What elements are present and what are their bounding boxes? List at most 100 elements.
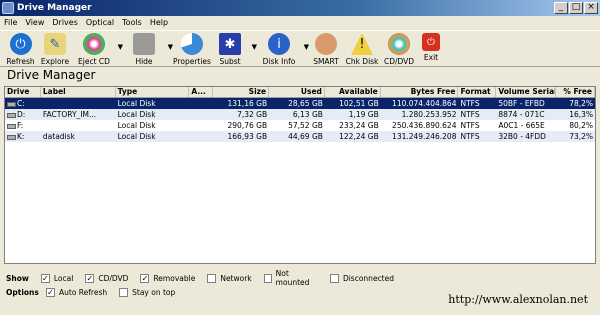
col-a[interactable]: A...: [189, 87, 214, 97]
hide-label: Hide: [135, 57, 153, 66]
drive-cell: F:: [5, 120, 41, 131]
menu-drives[interactable]: Drives: [52, 18, 78, 27]
app-icon: [2, 2, 14, 14]
refresh-button[interactable]: ⏻ Refresh: [4, 31, 37, 67]
col-pct-free[interactable]: % Free: [556, 87, 595, 97]
pct-free-cell: 78,2%: [569, 99, 594, 108]
checkbox-box[interactable]: [263, 273, 272, 283]
col-used[interactable]: Used: [269, 87, 325, 97]
pct-free-cell: 80,2%: [569, 121, 594, 130]
checkbox-box[interactable]: ✓: [140, 273, 150, 283]
type-cell: Local Disk: [117, 121, 156, 130]
col-type[interactable]: Type: [116, 87, 190, 97]
minimize-button[interactable]: _: [554, 2, 568, 14]
website-url[interactable]: http://www.alexnolan.net: [448, 293, 588, 306]
refresh-icon: ⏻: [9, 33, 32, 55]
checkbox-box[interactable]: ✓: [40, 273, 50, 283]
checkbox-label: Not mounted: [275, 269, 310, 287]
checkbox-box[interactable]: [207, 273, 217, 283]
available-cell: 1,19 GB: [348, 110, 379, 119]
label-cell: datadisk: [42, 132, 75, 141]
properties-icon: [181, 33, 203, 55]
checkbox-box[interactable]: [329, 273, 339, 283]
hide-button[interactable]: Hide ▼: [123, 31, 173, 67]
smart-icon: [315, 33, 337, 55]
show-not-mounted-checkbox[interactable]: Not mounted: [263, 269, 318, 287]
cd-dvd-icon: [388, 33, 410, 55]
menu-optical[interactable]: Optical: [86, 18, 114, 27]
explore-button[interactable]: ✎ Explore: [37, 31, 73, 67]
checkbox-box[interactable]: ✓: [46, 287, 55, 297]
chk-disk-label: Chk Disk: [345, 57, 379, 66]
drive-table[interactable]: Drive Label Type A... Size Used Availabl…: [4, 86, 596, 264]
disk-info-icon: i: [268, 33, 290, 55]
size-cell: 166,93 GB: [227, 132, 268, 141]
menu-help[interactable]: Help: [150, 18, 168, 27]
used-cell: 57,52 GB: [288, 121, 323, 130]
checkbox-label: CD/DVD: [98, 273, 129, 283]
exit-icon: ⏻: [422, 33, 440, 51]
maximize-button[interactable]: □: [569, 2, 583, 14]
size-cell: 131,16 GB: [227, 99, 268, 108]
menu-file[interactable]: File: [4, 18, 17, 27]
cd-dvd-button[interactable]: CD/DVD: [381, 31, 417, 67]
filter-options: Show ✓ Local ✓ CD/DVD ✓ Removable Network N…: [6, 269, 406, 299]
show-local-checkbox[interactable]: ✓ Local: [40, 273, 73, 283]
exit-button[interactable]: ⏻ Exit: [417, 31, 445, 67]
type-cell: Local Disk: [117, 99, 156, 108]
size-cell: 290,76 GB: [227, 121, 268, 130]
drive-cell: K:: [5, 131, 41, 142]
table-row[interactable]: C: Local Disk 131,16 GB 28,65 GB 102,51 …: [5, 98, 595, 109]
show-row: Show ✓ Local ✓ CD/DVD ✓ Removable Network N…: [6, 269, 406, 287]
show-disconnected-checkbox[interactable]: Disconnected: [329, 273, 394, 283]
col-volume-serial[interactable]: Volume Serial: [496, 87, 557, 97]
table-row[interactable]: D: FACTORY_IM... Local Disk 7,32 GB 6,13…: [5, 109, 595, 120]
auto-refresh-checkbox[interactable]: ✓ Auto Refresh: [46, 287, 108, 297]
bytes-free-cell: 110.074.404.864: [392, 99, 457, 108]
serial-cell: 8874 - 071C: [498, 110, 545, 119]
subst-button[interactable]: ✱ Subst ▼: [211, 31, 257, 67]
format-cell: NTFS: [460, 132, 480, 141]
col-drive[interactable]: Drive: [5, 87, 41, 97]
show-cd-dvd-checkbox[interactable]: ✓ CD/DVD: [85, 273, 129, 283]
checkbox-label: Auto Refresh: [59, 287, 108, 297]
col-label[interactable]: Label: [41, 87, 116, 97]
show-network-checkbox[interactable]: Network: [207, 273, 252, 283]
type-cell: Local Disk: [117, 132, 156, 141]
show-removable-checkbox[interactable]: ✓ Removable: [140, 273, 195, 283]
table-row[interactable]: F: Local Disk 290,76 GB 57,52 GB 233,24 …: [5, 120, 595, 131]
checkbox-label: Stay on top: [132, 287, 176, 297]
smart-button[interactable]: SMART: [309, 31, 343, 67]
table-row[interactable]: K: datadisk Local Disk 166,93 GB 44,69 G…: [5, 131, 595, 142]
subst-icon: ✱: [219, 33, 241, 55]
label-cell: FACTORY_IM...: [42, 110, 97, 119]
eject-cd-label: Eject CD: [78, 57, 110, 66]
pct-free-cell: 73,2%: [569, 132, 594, 141]
checkbox-box[interactable]: [119, 287, 129, 297]
disk-info-button[interactable]: i Disk Info ▼: [257, 31, 309, 67]
stay-on-top-checkbox[interactable]: Stay on top: [119, 287, 176, 297]
available-cell: 233,24 GB: [339, 121, 379, 130]
disk-info-label: Disk Info: [262, 57, 296, 66]
a-cell: [189, 98, 213, 109]
drive-icon: [7, 112, 16, 118]
explore-icon: ✎: [44, 33, 66, 55]
title-bar: Drive Manager _ □ ×: [0, 0, 600, 16]
eject-cd-button[interactable]: Eject CD ▼: [73, 31, 123, 67]
properties-button[interactable]: Properties: [173, 31, 211, 67]
col-available[interactable]: Available: [325, 87, 381, 97]
serial-cell: 50BF - EFBD: [498, 99, 545, 108]
col-bytes-free[interactable]: Bytes Free: [381, 87, 459, 97]
drive-letter: D:: [17, 110, 26, 119]
col-format[interactable]: Format: [458, 87, 497, 97]
checkbox-box[interactable]: ✓: [85, 273, 95, 283]
chk-disk-button[interactable]: ! Chk Disk: [343, 31, 381, 67]
col-size[interactable]: Size: [213, 87, 270, 97]
options-row: Options ✓ Auto Refresh Stay on top: [6, 285, 406, 299]
label-cell: [41, 98, 116, 109]
cd-dvd-label: CD/DVD: [383, 57, 415, 66]
type-cell: Local Disk: [117, 110, 156, 119]
menu-tools[interactable]: Tools: [122, 18, 142, 27]
menu-view[interactable]: View: [25, 18, 44, 27]
close-button[interactable]: ×: [584, 2, 598, 14]
